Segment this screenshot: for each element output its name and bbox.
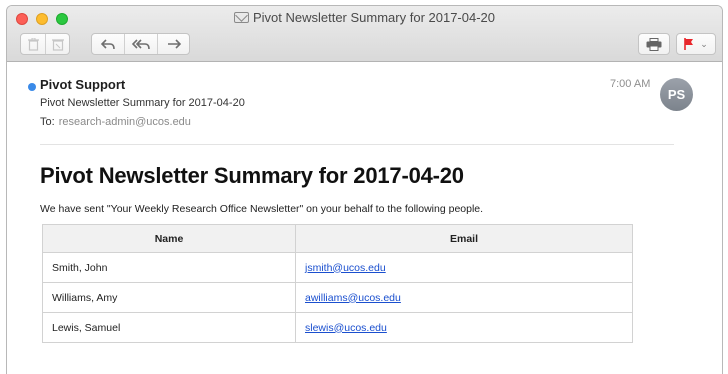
trash-icon (27, 37, 39, 51)
recipient-name: Williams, Amy (42, 282, 296, 313)
name-column-header: Name (42, 224, 296, 253)
email-column-header: Email (295, 224, 633, 253)
recipient-email-link[interactable]: awilliams@ucos.edu (305, 292, 401, 304)
reply-forward-group (91, 33, 190, 55)
recipient-email-cell: jsmith@ucos.edu (295, 252, 633, 283)
table-row: Smith, John jsmith@ucos.edu (42, 252, 633, 283)
reply-icon (101, 38, 115, 49)
header-divider (40, 144, 674, 145)
chevron-down-icon: ⌄ (700, 38, 708, 49)
envelope-icon (233, 12, 249, 23)
flag-menu-button[interactable]: ⌄ (676, 33, 716, 55)
message-subject: Pivot Newsletter Summary for 2017-04-20 (40, 97, 245, 109)
body-intro: We have sent "Your Weekly Research Offic… (40, 203, 484, 215)
unread-indicator (28, 83, 36, 91)
table-header-row: Name Email (42, 224, 633, 253)
table-row: Williams, Amy awilliams@ucos.edu (42, 282, 633, 313)
print-button[interactable] (638, 33, 670, 55)
window-title-text: Pivot Newsletter Summary for 2017-04-20 (252, 10, 496, 25)
recipient-email-link[interactable]: slewis@ucos.edu (305, 322, 387, 334)
reply-all-button[interactable] (124, 34, 157, 54)
avatar: PS (660, 78, 693, 111)
window-title: Pivot Newsletter Summary for 2017-04-20 (7, 10, 722, 25)
junk-icon (51, 38, 64, 51)
recipient-address[interactable]: research-admin@ucos.edu (59, 116, 191, 128)
recipient-email-cell: slewis@ucos.edu (295, 312, 633, 343)
title-bar: Pivot Newsletter Summary for 2017-04-20 (7, 6, 722, 62)
recipient-email-cell: awilliams@ucos.edu (295, 282, 633, 313)
delete-button[interactable] (21, 34, 45, 54)
recipient-email-link[interactable]: jsmith@ucos.edu (305, 262, 386, 274)
sender-name[interactable]: Pivot Support (40, 77, 125, 92)
forward-button[interactable] (157, 34, 189, 54)
forward-icon (167, 38, 181, 49)
message-view: Pivot Support Pivot Newsletter Summary f… (7, 62, 722, 374)
body-title: Pivot Newsletter Summary for 2017-04-20 (40, 163, 464, 188)
table-row: Lewis, Samuel slewis@ucos.edu (42, 312, 633, 343)
to-label: To: (40, 116, 55, 128)
message-time: 7:00 AM (610, 78, 651, 90)
reply-button[interactable] (92, 34, 124, 54)
recipient-line: To: research-admin@ucos.edu (40, 116, 191, 128)
mail-window: Pivot Newsletter Summary for 2017-04-20 (6, 5, 723, 374)
delete-junk-group (20, 33, 70, 55)
recipient-name: Lewis, Samuel (42, 312, 296, 343)
junk-button[interactable] (45, 34, 69, 54)
print-icon (646, 37, 662, 51)
recipients-table: Name Email Smith, John jsmith@ucos.edu W… (42, 224, 633, 343)
reply-all-icon (132, 38, 150, 49)
recipient-name: Smith, John (42, 252, 296, 283)
flag-icon (684, 38, 694, 50)
